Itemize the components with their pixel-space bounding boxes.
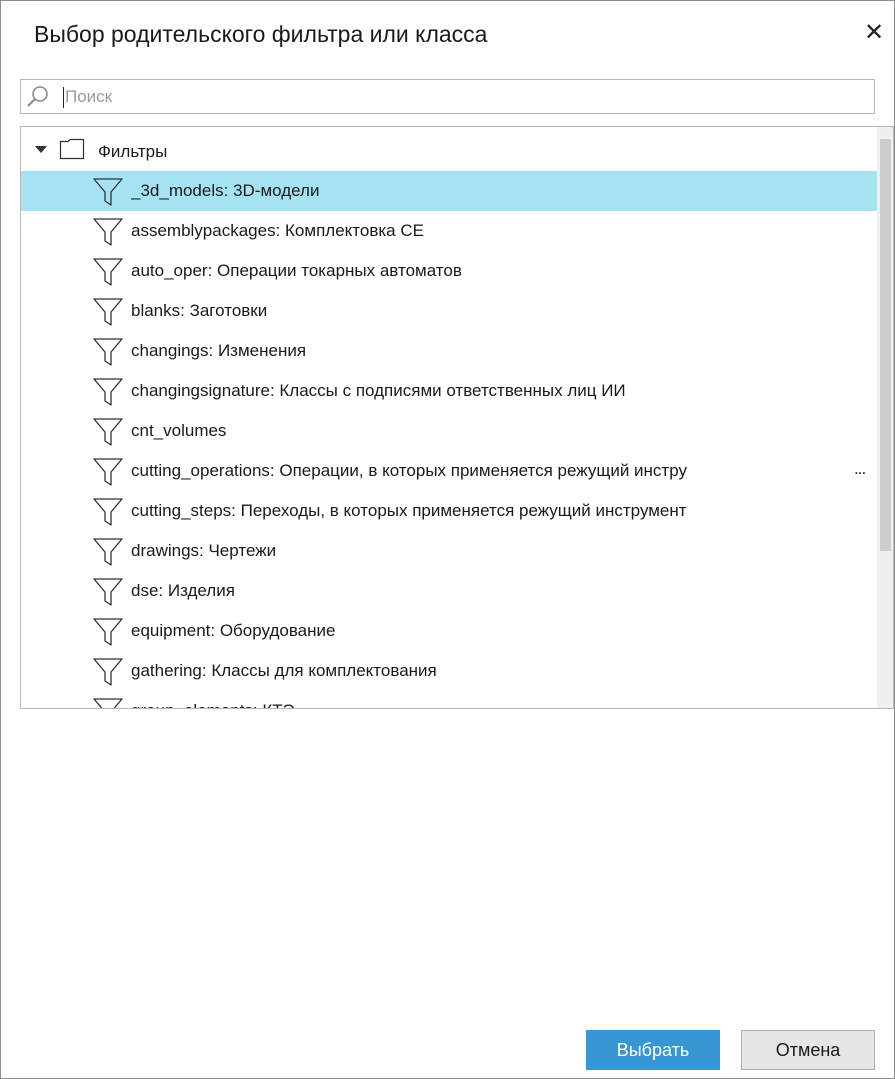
folder-icon (59, 138, 85, 160)
filter-icon (93, 458, 123, 486)
tree-item-label: cutting_operations: Операции, в которых … (131, 461, 687, 480)
filter-icon (93, 578, 123, 606)
tree-item[interactable]: assemblypackages: Комплектовка СЕ (21, 211, 877, 251)
filter-icon (93, 258, 123, 286)
vertical-scrollbar[interactable] (877, 127, 893, 708)
tree-item-label: changingsignature: Классы с подписями от… (131, 381, 626, 400)
filter-icon (93, 338, 123, 366)
filter-icon (93, 498, 123, 526)
select-button[interactable]: Выбрать (586, 1030, 720, 1070)
tree-item-label: dse: Изделия (131, 581, 235, 600)
text-caret (63, 87, 64, 108)
truncation-ellipsis: ... (854, 459, 866, 478)
tree-item[interactable]: blanks: Заготовки (21, 291, 877, 331)
tree-item[interactable]: changingsignature: Классы с подписями от… (21, 371, 877, 411)
filter-icon (93, 218, 123, 246)
close-icon: ✕ (863, 18, 885, 46)
scrollbar-thumb[interactable] (880, 139, 891, 551)
filter-icon (93, 658, 123, 686)
search-input[interactable] (65, 84, 865, 110)
tree-item[interactable]: group_elements: КТЭ (21, 691, 877, 708)
filter-tree[interactable]: Фильтры _3d_models: 3D-модели assemblypac… (20, 126, 894, 709)
filter-icon (93, 178, 123, 206)
tree-item-label: blanks: Заготовки (131, 301, 268, 320)
tree-item-label: cnt_volumes (131, 421, 227, 440)
filter-icon (93, 378, 123, 406)
tree-item[interactable]: equipment: Оборудование (21, 611, 877, 651)
dialog-title: Выбор родительского фильтра или класса (34, 21, 488, 47)
tree-item[interactable]: auto_oper: Операции токарных автоматов (21, 251, 877, 291)
tree-item[interactable]: cutting_steps: Переходы, в которых приме… (21, 491, 877, 531)
tree-item[interactable]: changings: Изменения (21, 331, 877, 371)
tree-item[interactable]: cnt_volumes (21, 411, 877, 451)
tree-item[interactable]: cutting_operations: Операции, в которых … (21, 451, 877, 491)
tree-item-label: auto_oper: Операции токарных автоматов (131, 261, 462, 280)
tree-item[interactable]: dse: Изделия (21, 571, 877, 611)
filter-icon (93, 418, 123, 446)
search-box[interactable] (20, 79, 875, 114)
tree-item-label: drawings: Чертежи (131, 541, 277, 560)
tree-item[interactable]: _3d_models: 3D-модели (21, 171, 877, 211)
tree-item-label: cutting_steps: Переходы, в которых приме… (131, 501, 687, 520)
close-button[interactable]: ✕ (860, 15, 888, 49)
tree-item-label: changings: Изменения (131, 341, 307, 360)
filter-icon (93, 538, 123, 566)
filter-icon (93, 698, 123, 708)
tree-item-label: gathering: Классы для комплектования (131, 661, 437, 680)
tree-item[interactable]: gathering: Классы для комплектования (21, 651, 877, 691)
cancel-button[interactable]: Отмена (741, 1030, 875, 1070)
expand-arrow-icon[interactable] (35, 146, 47, 153)
tree-items: _3d_models: 3D-модели assemblypackages: К… (21, 171, 877, 708)
tree-item-label: equipment: Оборудование (131, 621, 336, 640)
tree-item-label: _3d_models: 3D-модели (131, 181, 320, 200)
search-icon (27, 86, 48, 107)
filter-icon (93, 618, 123, 646)
tree-item-label: assemblypackages: Комплектовка СЕ (131, 221, 424, 240)
filter-icon (93, 298, 123, 326)
tree-root-filters[interactable]: Фильтры (21, 131, 877, 171)
tree-root-label: Фильтры (98, 142, 168, 161)
tree-item-label: group_elements: КТЭ (131, 701, 847, 708)
dialog-window: Выбор родительского фильтра или класса ✕… (0, 0, 895, 1079)
tree-item[interactable]: drawings: Чертежи (21, 531, 877, 571)
